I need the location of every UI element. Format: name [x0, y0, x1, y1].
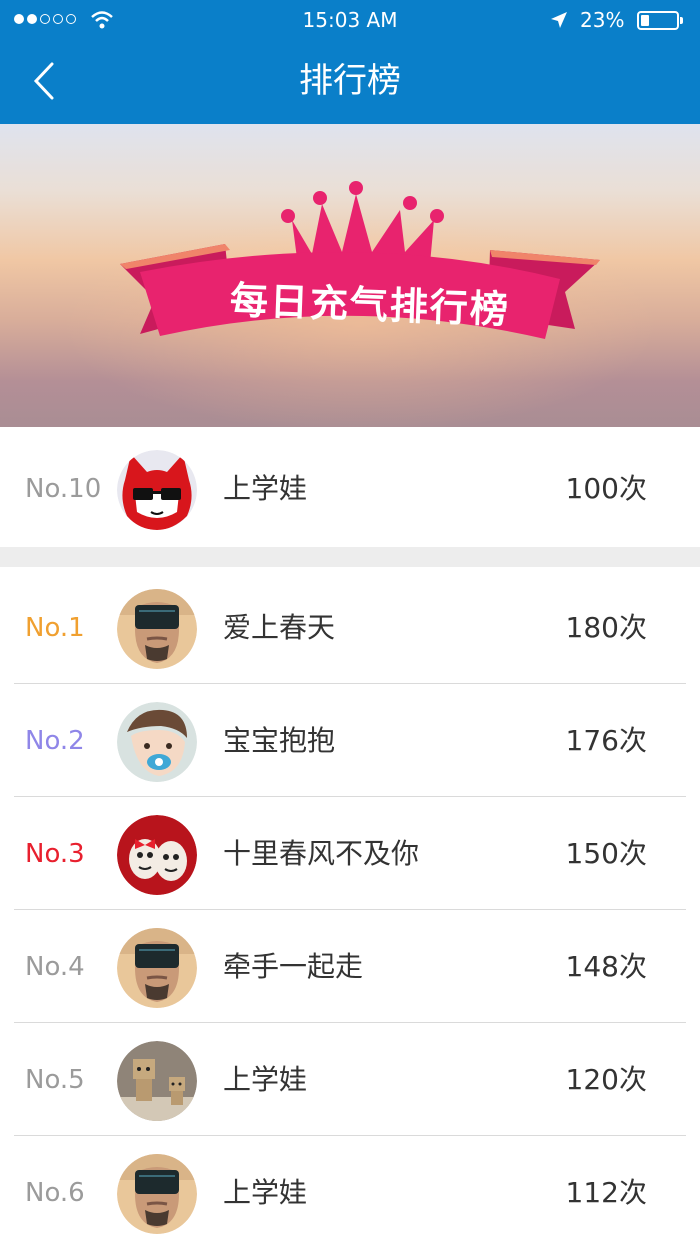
rank-number: No.6	[25, 1178, 85, 1208]
user-name: 爱上春天	[223, 611, 336, 644]
page-title: 排行榜	[299, 61, 401, 101]
inflate-count: 100次	[565, 472, 647, 505]
ranking-row[interactable]: No.3 十里春风不及你 150次	[0, 798, 700, 910]
battery-icon	[637, 11, 683, 30]
man-sunglasses-avatar	[117, 589, 197, 669]
inflate-count: 150次	[565, 837, 647, 870]
rank-number: No.10	[25, 474, 102, 504]
rank-number: No.5	[25, 1065, 85, 1095]
user-name: 上学娃	[223, 1063, 308, 1096]
row-divider	[14, 683, 686, 684]
box-robots-avatar	[117, 1041, 197, 1121]
row-divider	[14, 1022, 686, 1023]
row-divider	[14, 1135, 686, 1136]
user-name: 牵手一起走	[223, 950, 364, 983]
ranking-row[interactable]: No.2 宝宝抱抱 176次	[0, 685, 700, 797]
location-arrow-icon	[551, 12, 567, 28]
ranking-row[interactable]: No.4 牵手一起走 148次	[0, 911, 700, 1023]
my-rank-row[interactable]: No.10 上学娃 100次	[0, 433, 700, 545]
row-divider	[14, 796, 686, 797]
ranking-row[interactable]: No.5 上学娃 120次	[0, 1024, 700, 1136]
inflate-count: 112次	[565, 1176, 647, 1209]
daily-ranking-banner: 每日充气排行榜	[0, 124, 700, 427]
rank-number: No.4	[25, 952, 85, 982]
rank-number: No.2	[25, 726, 85, 756]
banner-ribbon-text: 每日充气排行榜	[229, 278, 511, 332]
user-name: 上学娃	[223, 1176, 308, 1209]
eggs-avatar	[117, 815, 197, 895]
user-name: 上学娃	[223, 472, 308, 505]
man-sunglasses-avatar	[117, 928, 197, 1008]
man-sunglasses-avatar	[117, 1154, 197, 1234]
user-name: 十里春风不及你	[223, 837, 420, 870]
inflate-count: 176次	[565, 724, 647, 757]
inflate-count: 120次	[565, 1063, 647, 1096]
ranking-row[interactable]: No.1 爱上春天 180次	[0, 572, 700, 684]
user-name: 宝宝抱抱	[223, 724, 336, 757]
top-bar: 15:03 AM 23% 排行榜	[0, 0, 700, 124]
baby-avatar	[117, 702, 197, 782]
status-bar: 15:03 AM 23%	[0, 0, 700, 42]
rank-number: No.3	[25, 839, 85, 869]
section-gap	[0, 547, 700, 567]
inflate-count: 148次	[565, 950, 647, 983]
fox-sunglasses-avatar	[117, 450, 197, 530]
rank-number: No.1	[25, 613, 85, 643]
battery-percentage: 23%	[580, 8, 625, 32]
inflate-count: 180次	[565, 611, 647, 644]
ranking-row[interactable]: No.6 上学娃 112次	[0, 1137, 700, 1249]
row-divider	[14, 909, 686, 910]
